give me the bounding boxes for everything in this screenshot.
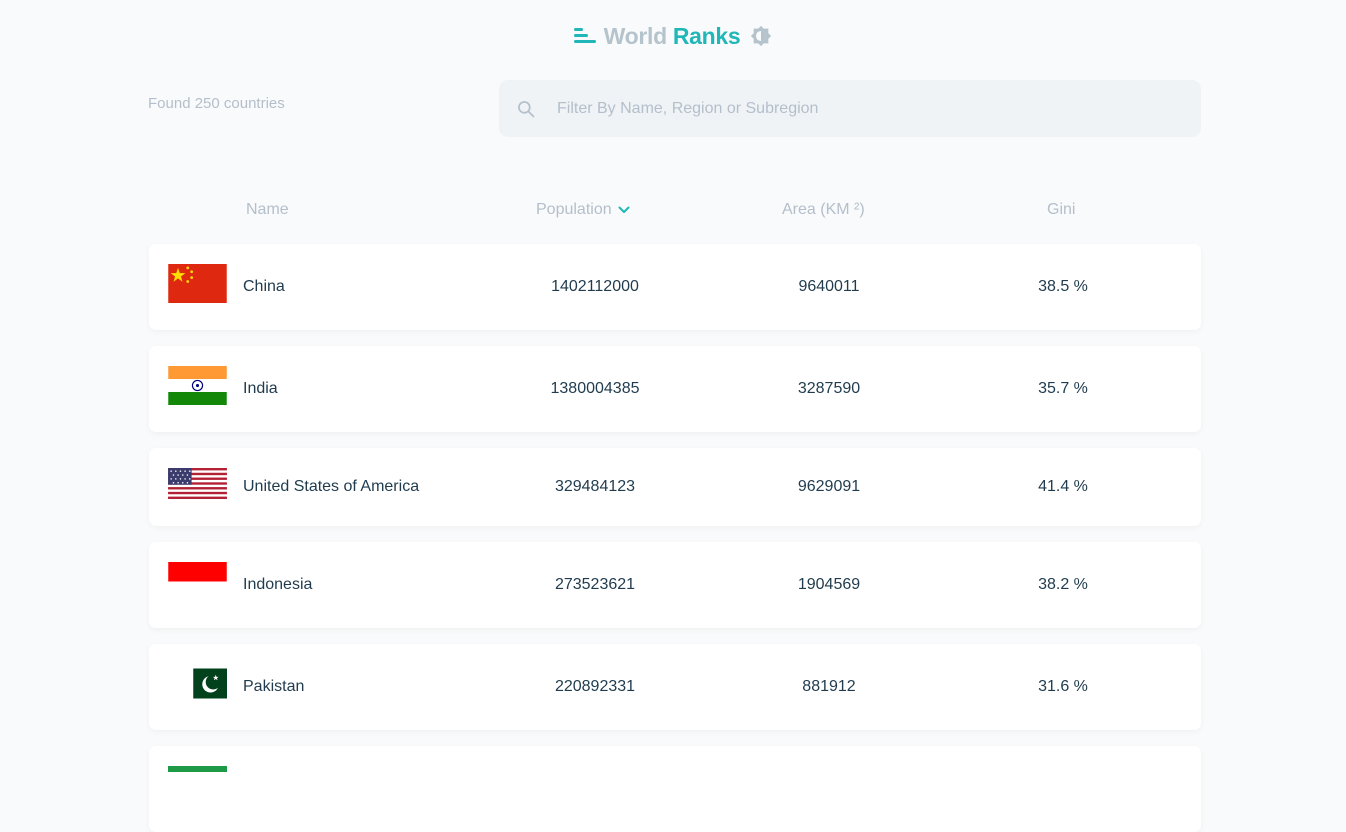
- search-bar[interactable]: [499, 80, 1201, 137]
- country-area: 3287590: [797, 380, 861, 397]
- brightness-icon[interactable]: [750, 25, 772, 47]
- country-name: China: [243, 278, 285, 295]
- country-population: 220892331: [554, 678, 636, 695]
- indonesia-flag: [168, 562, 227, 601]
- column-header-area[interactable]: Area (KM ²): [782, 201, 865, 219]
- column-header-name-label: Name: [246, 201, 289, 218]
- country-population: 329484123: [554, 478, 636, 495]
- column-header-gini[interactable]: Gini: [1047, 201, 1075, 219]
- table-row[interactable]: India 1380004385 3287590 35.7 %: [149, 346, 1201, 432]
- bars-logo-icon: [573, 27, 596, 45]
- column-header-population-label: Population: [536, 201, 612, 218]
- column-header-population[interactable]: Population: [536, 201, 630, 219]
- search-input[interactable]: [555, 98, 1159, 119]
- table-row[interactable]: Pakistan 220892331 881912 31.6 %: [149, 644, 1201, 730]
- country-name: India: [243, 380, 278, 397]
- country-gini: 38.2 %: [1038, 576, 1088, 593]
- country-area: 881912: [802, 678, 856, 695]
- app-title-world: World: [603, 22, 668, 49]
- country-name: Indonesia: [243, 576, 313, 593]
- usa-flag: [168, 468, 227, 499]
- india-flag: [168, 366, 227, 405]
- country-population: 273523621: [554, 576, 636, 593]
- table-row[interactable]: Indonesia 273523621 1904569 38.2 %: [149, 542, 1201, 628]
- country-area: 9640011: [798, 278, 860, 295]
- search-icon: [518, 100, 535, 117]
- table-row[interactable]: [149, 746, 1201, 832]
- chevron-down-icon: [618, 206, 630, 213]
- results-count: Found 250 countries: [148, 95, 285, 112]
- column-header-area-label: Area (KM ²): [782, 201, 865, 218]
- column-header-gini-label: Gini: [1047, 201, 1076, 218]
- app-title-ranks: Ranks: [672, 22, 741, 49]
- pakistan-flag: [182, 668, 227, 699]
- china-flag: [168, 264, 227, 303]
- country-area: 9629091: [797, 478, 861, 495]
- country-population: 1402112000: [551, 278, 639, 295]
- country-gini: 35.7 %: [1038, 380, 1088, 397]
- column-header-name[interactable]: Name: [246, 201, 289, 219]
- country-gini: 38.5 %: [1038, 278, 1088, 295]
- country-gini: 41.4 %: [1038, 478, 1088, 495]
- country-gini: 31.6 %: [1038, 678, 1088, 695]
- table-row[interactable]: China 1402112000 9640011 38.5 %: [149, 244, 1201, 330]
- country-name: United States of America: [243, 478, 420, 495]
- country-population: 1380004385: [550, 380, 640, 397]
- partial-flag: [168, 766, 227, 772]
- country-name: Pakistan: [243, 678, 305, 695]
- app-header: World Ranks: [0, 20, 1346, 52]
- country-area: 1904569: [797, 576, 861, 593]
- table-row[interactable]: United States of America 329484123 96290…: [149, 448, 1201, 526]
